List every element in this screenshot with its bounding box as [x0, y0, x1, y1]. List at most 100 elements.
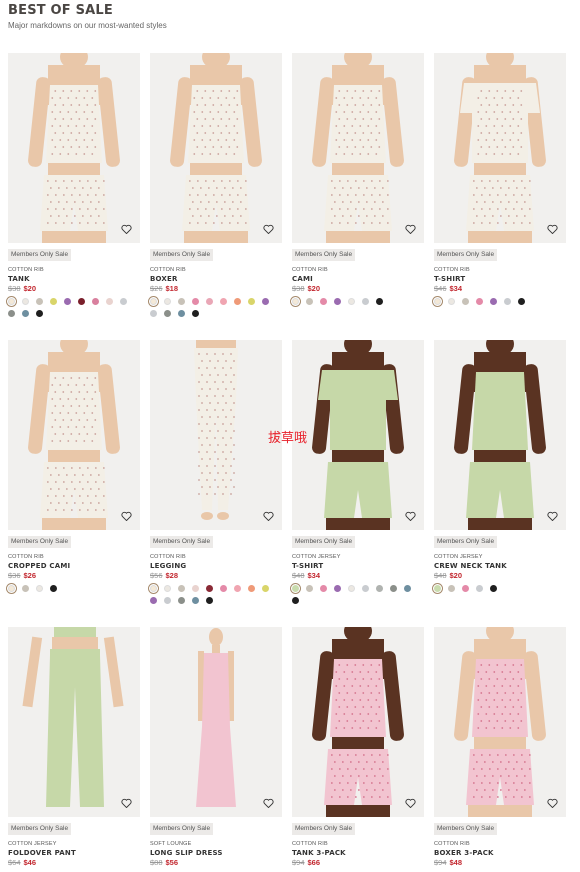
- color-swatch[interactable]: [234, 298, 241, 305]
- product-name[interactable]: BOXER: [150, 275, 282, 283]
- product-name[interactable]: LONG SLIP DRESS: [150, 849, 282, 857]
- color-swatch[interactable]: [234, 585, 241, 592]
- heart-icon[interactable]: [547, 511, 561, 525]
- product-image[interactable]: [292, 627, 424, 817]
- product-image[interactable]: [292, 340, 424, 530]
- color-swatch[interactable]: [206, 597, 213, 604]
- color-swatch[interactable]: [490, 585, 497, 592]
- color-swatch[interactable]: [306, 585, 313, 592]
- product-name[interactable]: T-SHIRT: [292, 562, 424, 570]
- product-name[interactable]: T-SHIRT: [434, 275, 566, 283]
- product-name[interactable]: CROPPED CAMI: [8, 562, 140, 570]
- color-swatch[interactable]: [518, 298, 525, 305]
- color-swatch[interactable]: [192, 310, 199, 317]
- product-image[interactable]: [8, 627, 140, 817]
- product-card[interactable]: Members Only Sale COTTON JERSEY T-SHIRT $48…: [292, 340, 424, 609]
- color-swatch[interactable]: [462, 585, 469, 592]
- color-swatch[interactable]: [404, 585, 411, 592]
- heart-icon[interactable]: [263, 798, 277, 812]
- color-swatch[interactable]: [448, 298, 455, 305]
- color-swatch[interactable]: [262, 298, 269, 305]
- color-swatch[interactable]: [22, 298, 29, 305]
- color-swatch[interactable]: [334, 298, 341, 305]
- color-swatch[interactable]: [476, 298, 483, 305]
- color-swatch[interactable]: [178, 585, 185, 592]
- color-swatch[interactable]: [120, 298, 127, 305]
- color-swatch[interactable]: [150, 310, 157, 317]
- color-swatch[interactable]: [36, 298, 43, 305]
- color-swatch[interactable]: [490, 298, 497, 305]
- heart-icon[interactable]: [263, 511, 277, 525]
- color-swatch[interactable]: [78, 298, 85, 305]
- color-swatch[interactable]: [348, 298, 355, 305]
- product-image[interactable]: [434, 340, 566, 530]
- product-card[interactable]: Members Only Sale COTTON RIB BOXER 3-PACK $…: [434, 627, 566, 867]
- color-swatch[interactable]: [206, 585, 213, 592]
- color-swatch[interactable]: [164, 585, 171, 592]
- product-name[interactable]: BOXER 3-PACK: [434, 849, 566, 857]
- product-name[interactable]: TANK 3-PACK: [292, 849, 424, 857]
- product-image[interactable]: [150, 53, 282, 243]
- product-image[interactable]: [8, 340, 140, 530]
- color-swatch[interactable]: [178, 597, 185, 604]
- product-name[interactable]: LEGGING: [150, 562, 282, 570]
- color-swatch[interactable]: [164, 597, 171, 604]
- color-swatch[interactable]: [8, 298, 15, 305]
- color-swatch[interactable]: [362, 585, 369, 592]
- color-swatch[interactable]: [50, 585, 57, 592]
- color-swatch[interactable]: [334, 585, 341, 592]
- color-swatch[interactable]: [206, 298, 213, 305]
- heart-icon[interactable]: [405, 511, 419, 525]
- color-swatch[interactable]: [476, 585, 483, 592]
- color-swatch[interactable]: [164, 310, 171, 317]
- heart-icon[interactable]: [405, 798, 419, 812]
- color-swatch[interactable]: [8, 585, 15, 592]
- product-card[interactable]: Members Only Sale SOFT LOUNGE LONG SLIP DR…: [150, 627, 282, 867]
- color-swatch[interactable]: [150, 585, 157, 592]
- product-name[interactable]: TANK: [8, 275, 140, 283]
- color-swatch[interactable]: [50, 298, 57, 305]
- product-image[interactable]: [8, 53, 140, 243]
- color-swatch[interactable]: [8, 310, 15, 317]
- color-swatch[interactable]: [106, 298, 113, 305]
- product-card[interactable]: Members Only Sale COTTON RIB BOXER $26 $18: [150, 53, 282, 322]
- color-swatch[interactable]: [220, 298, 227, 305]
- color-swatch[interactable]: [150, 597, 157, 604]
- color-swatch[interactable]: [362, 298, 369, 305]
- product-name[interactable]: CAMI: [292, 275, 424, 283]
- color-swatch[interactable]: [306, 298, 313, 305]
- product-card[interactable]: Members Only Sale COTTON RIB CROPPED CAMI $…: [8, 340, 140, 597]
- heart-icon[interactable]: [121, 798, 135, 812]
- color-swatch[interactable]: [376, 298, 383, 305]
- color-swatch[interactable]: [292, 597, 299, 604]
- color-swatch[interactable]: [504, 298, 511, 305]
- color-swatch[interactable]: [220, 585, 227, 592]
- color-swatch[interactable]: [192, 585, 199, 592]
- color-swatch[interactable]: [462, 298, 469, 305]
- color-swatch[interactable]: [248, 298, 255, 305]
- color-swatch[interactable]: [22, 585, 29, 592]
- product-card[interactable]: Members Only Sale COTTON RIB LEGGING $56 $28: [150, 340, 282, 609]
- product-name[interactable]: CREW NECK TANK: [434, 562, 566, 570]
- heart-icon[interactable]: [263, 224, 277, 238]
- color-swatch[interactable]: [434, 585, 441, 592]
- color-swatch[interactable]: [434, 298, 441, 305]
- color-swatch[interactable]: [178, 298, 185, 305]
- color-swatch[interactable]: [262, 585, 269, 592]
- product-image[interactable]: [434, 627, 566, 817]
- color-swatch[interactable]: [320, 585, 327, 592]
- color-swatch[interactable]: [292, 585, 299, 592]
- color-swatch[interactable]: [64, 298, 71, 305]
- color-swatch[interactable]: [36, 310, 43, 317]
- product-card[interactable]: Members Only Sale COTTON RIB TANK $38 $20: [8, 53, 140, 322]
- color-swatch[interactable]: [36, 585, 43, 592]
- heart-icon[interactable]: [405, 224, 419, 238]
- color-swatch[interactable]: [92, 298, 99, 305]
- product-image[interactable]: [150, 340, 282, 530]
- color-swatch[interactable]: [164, 298, 171, 305]
- heart-icon[interactable]: [121, 224, 135, 238]
- color-swatch[interactable]: [448, 585, 455, 592]
- color-swatch[interactable]: [390, 585, 397, 592]
- heart-icon[interactable]: [547, 798, 561, 812]
- product-card[interactable]: Members Only Sale COTTON RIB T-SHIRT $46 $34: [434, 53, 566, 310]
